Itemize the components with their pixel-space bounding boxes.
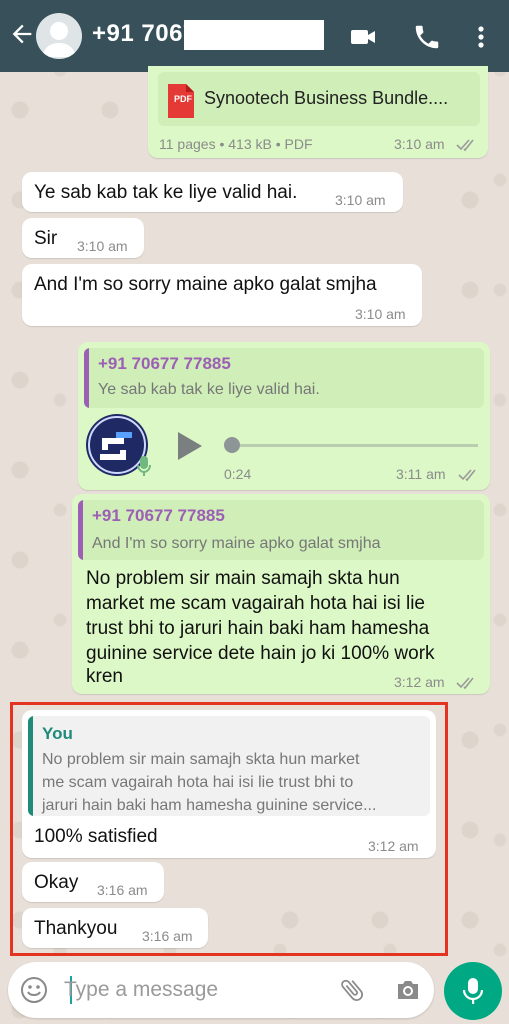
message-line: trust bhi to jaruri hain baki ham hamesh… bbox=[86, 618, 430, 639]
video-call-icon[interactable] bbox=[348, 22, 378, 52]
message-line: No problem sir main samajh skta hun bbox=[86, 568, 400, 589]
mic-button[interactable] bbox=[444, 962, 502, 1020]
pdf-attachment[interactable]: PDF Synootech Business Bundle.... bbox=[158, 72, 480, 126]
audio-progress-thumb[interactable] bbox=[224, 437, 240, 453]
highlight-box bbox=[10, 702, 448, 956]
audio-progress-track[interactable] bbox=[228, 444, 478, 447]
attach-icon[interactable] bbox=[338, 976, 366, 1004]
message-text: And I'm so sorry maine apko galat smjha bbox=[34, 274, 377, 295]
read-ticks-icon bbox=[456, 139, 474, 152]
incoming-message[interactable]: Ye sab kab tak ke liye valid hai. 3:10 a… bbox=[22, 172, 403, 212]
read-ticks-icon bbox=[456, 677, 474, 690]
phone-icon[interactable] bbox=[412, 22, 442, 52]
incoming-message[interactable]: Sir 3:10 am bbox=[22, 218, 144, 258]
message-composer bbox=[8, 962, 434, 1018]
voice-mic-icon bbox=[137, 456, 151, 476]
message-time: 3:10 am bbox=[77, 238, 128, 254]
message-time: 3:10 am bbox=[355, 306, 406, 322]
message-time: 3:10 am bbox=[394, 136, 445, 152]
camera-icon[interactable] bbox=[394, 976, 422, 1004]
message-line: guinine service dete hain jo ki 100% wor… bbox=[86, 643, 435, 664]
emoji-icon[interactable] bbox=[20, 976, 48, 1004]
quote-sender: +91 70677 77885 bbox=[92, 506, 225, 525]
play-icon[interactable] bbox=[174, 430, 204, 462]
more-vert-icon[interactable] bbox=[466, 22, 496, 52]
quoted-message[interactable]: +91 70677 77885 Ye sab kab tak ke liye v… bbox=[84, 348, 484, 408]
back-arrow-icon[interactable] bbox=[8, 20, 36, 48]
message-line: kren bbox=[86, 666, 123, 687]
reply-message-bubble[interactable]: +91 70677 77885 And I'm so sorry maine a… bbox=[72, 494, 490, 694]
message-input[interactable] bbox=[62, 974, 316, 1006]
message-line: market me scam vagairah hota hai isi lie bbox=[86, 593, 425, 614]
voice-message-bubble[interactable]: +91 70677 77885 Ye sab kab tak ke liye v… bbox=[78, 342, 490, 490]
message-text: Sir bbox=[34, 228, 58, 249]
message-text: Ye sab kab tak ke liye valid hai. bbox=[34, 182, 298, 203]
message-time: 3:11 am bbox=[396, 466, 446, 482]
quote-text: Ye sab kab tak ke liye valid hai. bbox=[98, 381, 320, 398]
quote-sender: +91 70677 77885 bbox=[98, 354, 231, 373]
avatar[interactable] bbox=[36, 13, 82, 59]
pdf-message-bubble[interactable]: PDF Synootech Business Bundle.... 11 pag… bbox=[148, 66, 488, 158]
message-time: 3:10 am bbox=[335, 192, 386, 208]
read-ticks-icon bbox=[458, 469, 476, 482]
incoming-message[interactable]: And I'm so sorry maine apko galat smjha … bbox=[22, 264, 422, 326]
contact-name[interactable]: +91 7067 bbox=[92, 20, 197, 48]
quote-bar bbox=[78, 500, 83, 560]
redaction-box bbox=[184, 20, 324, 50]
quote-bar bbox=[84, 348, 89, 408]
voice-duration: 0:24 bbox=[224, 466, 252, 482]
mic-icon bbox=[462, 978, 484, 1004]
pdf-meta: 11 pages • 413 kB • PDF bbox=[159, 136, 313, 152]
chat-header: +91 7067 bbox=[0, 0, 509, 72]
quoted-message[interactable]: +91 70677 77885 And I'm so sorry maine a… bbox=[78, 500, 484, 560]
pdf-filename: Synootech Business Bundle.... bbox=[204, 88, 449, 108]
quote-text: And I'm so sorry maine apko galat smjha bbox=[92, 535, 381, 552]
pdf-badge: PDF bbox=[174, 94, 192, 104]
message-time: 3:12 am bbox=[394, 674, 445, 690]
